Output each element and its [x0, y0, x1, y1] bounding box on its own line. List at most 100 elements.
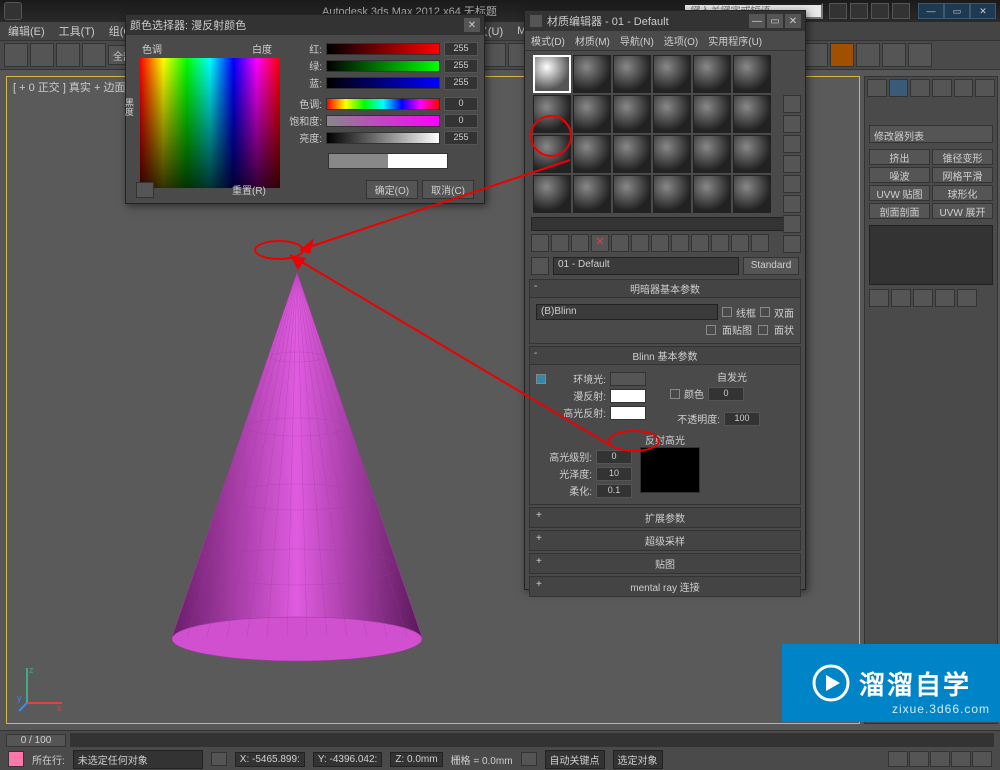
cone-object[interactable] — [167, 267, 427, 667]
v-spinner[interactable]: 255 — [444, 131, 478, 145]
mat-menu-mode[interactable]: 模式(D) — [531, 33, 565, 48]
material-slot[interactable] — [573, 55, 611, 93]
eyedropper-button[interactable] — [136, 182, 154, 198]
r-slider[interactable] — [326, 43, 440, 55]
mat-max-button[interactable]: ▭ — [767, 14, 783, 28]
make-unique-button[interactable] — [631, 234, 649, 252]
faceted-checkbox[interactable] — [758, 325, 768, 335]
rendered-frame-button[interactable] — [882, 43, 906, 67]
material-slot[interactable] — [693, 135, 731, 173]
diffuse-swatch[interactable] — [610, 389, 646, 403]
r-spinner[interactable]: 255 — [444, 42, 478, 56]
next-frame-button[interactable] — [951, 751, 971, 767]
goto-end-button[interactable] — [972, 751, 992, 767]
opacity-spinner[interactable]: 100 — [724, 412, 760, 426]
material-slot[interactable] — [693, 55, 731, 93]
remove-modifier-button[interactable] — [935, 289, 955, 307]
coord-x[interactable]: X: -5465.899: — [235, 752, 305, 767]
v-slider[interactable] — [326, 132, 440, 144]
tab-utilities[interactable] — [975, 79, 995, 97]
lock-selection-icon[interactable] — [211, 752, 227, 766]
make-preview-button[interactable] — [783, 195, 801, 213]
material-slot[interactable] — [613, 175, 651, 213]
goto-start-button[interactable] — [888, 751, 908, 767]
trackbar-toggle[interactable] — [8, 751, 24, 767]
reset-map-button[interactable]: ✕ — [591, 234, 609, 252]
tab-display[interactable] — [954, 79, 974, 97]
render-setup-button[interactable] — [856, 43, 880, 67]
go-forward-button[interactable] — [751, 234, 769, 252]
blinn-params-header[interactable]: Blinn 基本参数 — [632, 352, 697, 363]
material-slot[interactable] — [653, 55, 691, 93]
menu-tools[interactable]: 工具(T) — [59, 23, 95, 39]
b-slider[interactable] — [326, 77, 440, 89]
rollout-extended[interactable]: +扩展参数 — [529, 507, 801, 528]
mod-btn-noise[interactable]: 噪波 — [869, 167, 930, 183]
close-button[interactable]: ✕ — [970, 3, 996, 19]
h-slider[interactable] — [326, 98, 440, 110]
pin-stack-button[interactable] — [869, 289, 889, 307]
rollout-supersample[interactable]: +超级采样 — [529, 530, 801, 551]
coord-z[interactable]: Z: 0.0mm — [390, 752, 442, 767]
tab-motion[interactable] — [932, 79, 952, 97]
soften-spinner[interactable]: 0.1 — [596, 484, 632, 498]
make-unique-button[interactable] — [913, 289, 933, 307]
facemap-checkbox[interactable] — [706, 325, 716, 335]
material-slot[interactable] — [733, 55, 771, 93]
link-button[interactable] — [56, 43, 80, 67]
put-to-scene-button[interactable] — [551, 234, 569, 252]
cancel-button[interactable]: 取消(C) — [422, 180, 474, 199]
lock-ambient-diffuse[interactable] — [536, 374, 546, 384]
backlight-button[interactable] — [783, 115, 801, 133]
coord-y[interactable]: Y: -4396.042: — [313, 752, 383, 767]
undo-button[interactable] — [4, 43, 28, 67]
mod-btn-slice[interactable]: 剖面剖面 — [869, 203, 930, 219]
mod-btn-uvwmap[interactable]: UVW 贴图 — [869, 185, 930, 201]
mat-close-button[interactable]: ✕ — [785, 14, 801, 28]
minimize-button[interactable]: — — [918, 3, 944, 19]
material-slot[interactable] — [613, 95, 651, 133]
specular-swatch[interactable] — [610, 406, 646, 420]
material-slot[interactable] — [653, 175, 691, 213]
angle-snap-button[interactable] — [482, 43, 506, 67]
get-material-button[interactable] — [531, 234, 549, 252]
go-parent-button[interactable] — [731, 234, 749, 252]
rollout-mentalray[interactable]: +mental ray 连接 — [529, 576, 801, 597]
help-icon[interactable] — [892, 3, 910, 19]
tab-modify[interactable] — [889, 79, 909, 97]
mat-menu-material[interactable]: 材质(M) — [575, 33, 610, 48]
material-slot[interactable] — [573, 175, 611, 213]
selfillum-spinner[interactable]: 0 — [708, 387, 744, 401]
mod-btn-meshsmooth[interactable]: 网格平滑 — [932, 167, 993, 183]
s-slider[interactable] — [326, 115, 440, 127]
unlink-button[interactable] — [82, 43, 106, 67]
pick-from-obj-button[interactable] — [531, 257, 549, 275]
material-slot[interactable] — [693, 95, 731, 133]
show-end-result-button[interactable] — [891, 289, 911, 307]
h-spinner[interactable]: 0 — [444, 97, 478, 111]
material-slot[interactable] — [733, 135, 771, 173]
video-check-button[interactable] — [783, 175, 801, 193]
maximize-button[interactable]: ▭ — [944, 3, 970, 19]
material-slot[interactable] — [573, 95, 611, 133]
put-to-lib-button[interactable] — [651, 234, 669, 252]
material-slot[interactable] — [613, 135, 651, 173]
material-type-button[interactable]: Standard — [743, 257, 799, 275]
mat-min-button[interactable]: — — [749, 14, 765, 28]
color-picker-close-button[interactable]: ✕ — [464, 18, 480, 32]
material-editor-button[interactable] — [830, 43, 854, 67]
wire-checkbox[interactable] — [722, 307, 732, 317]
material-slot[interactable] — [653, 95, 691, 133]
autokey-button[interactable]: 自动关键点 — [545, 750, 605, 769]
mat-menu-nav[interactable]: 导航(N) — [620, 33, 654, 48]
material-slot[interactable] — [533, 175, 571, 213]
tab-create[interactable] — [867, 79, 887, 97]
play-button[interactable] — [930, 751, 950, 767]
mod-btn-extrude[interactable]: 挤出 — [869, 149, 930, 165]
mod-btn-spherify[interactable]: 球形化 — [932, 185, 993, 201]
mod-btn-taper[interactable]: 锥径变形 — [932, 149, 993, 165]
mat-menu-utilities[interactable]: 实用程序(U) — [708, 33, 762, 48]
configure-sets-button[interactable] — [957, 289, 977, 307]
favorites-icon[interactable] — [871, 3, 889, 19]
select-by-mat-button[interactable] — [783, 235, 801, 253]
